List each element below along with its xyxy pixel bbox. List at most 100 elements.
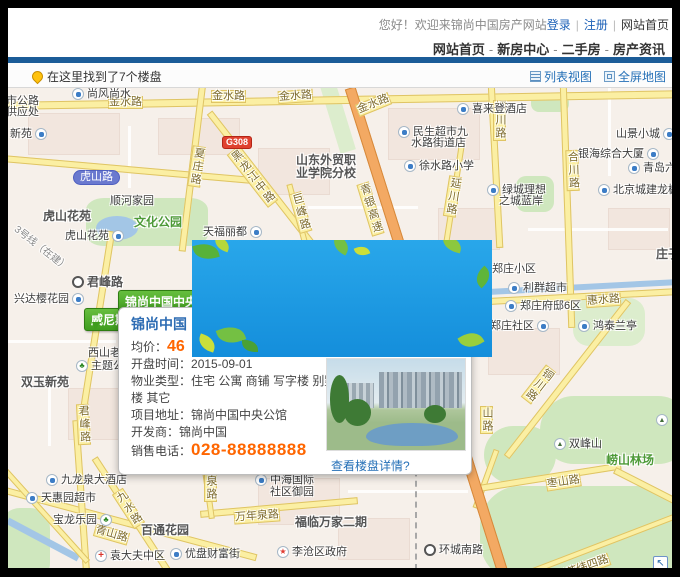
map-road-label: 惠水路 xyxy=(586,293,622,308)
park-icon: ♣ xyxy=(100,514,112,526)
map-poi-label: 鸿泰兰亭 xyxy=(578,320,637,332)
leaf-decoration xyxy=(354,244,371,258)
map-poi-label: ♣主题公 xyxy=(76,360,124,372)
shop-icon xyxy=(508,282,520,294)
street xyxy=(608,88,611,176)
map-label: 西山老 xyxy=(88,348,121,359)
map-poi-label: ▲ xyxy=(656,414,668,426)
map-label: 郑庄小区 xyxy=(492,264,536,275)
map-label: 文化公园 xyxy=(134,216,182,228)
map-label: 之城蓝岸 xyxy=(499,196,543,207)
map-label: 3号线（在建） xyxy=(12,225,70,273)
nav-item-1[interactable]: 网站首页 xyxy=(433,42,485,57)
map-label: 业学院分校 xyxy=(296,167,356,179)
bus-icon xyxy=(578,320,590,332)
nav-item-4[interactable]: 房产资讯 xyxy=(613,42,665,57)
street xyxy=(348,490,468,493)
list-icon xyxy=(530,71,541,82)
register-link[interactable]: 注册 xyxy=(584,18,608,32)
mtn-icon: ▲ xyxy=(554,438,566,450)
bus-icon xyxy=(663,128,672,140)
map-poi-label: 郑庄府邸6区 xyxy=(505,300,581,312)
map-label: 虎山花苑 xyxy=(43,210,91,222)
bus-icon xyxy=(72,88,84,100)
list-view-button[interactable]: 列表视图 xyxy=(530,68,592,85)
map-poi-label: ▲双峰山 xyxy=(554,438,602,450)
map-road-label: 金水路 xyxy=(211,90,246,103)
page: 您好！欢迎来锦尚中国房产网站登录|注册|网站首页 网站首页-新房中心-二手房-房… xyxy=(8,8,672,568)
map-poi-label: 新苑 xyxy=(10,128,47,140)
map-poi-label: 利群超市 xyxy=(508,282,567,294)
bus-icon xyxy=(35,128,47,140)
metro-icon xyxy=(424,544,436,556)
nav-item-2[interactable]: 新房中心 xyxy=(497,42,549,57)
map-label: 供应处 xyxy=(8,107,39,118)
map-label: 百通花园 xyxy=(141,524,189,536)
map-poi-label: +袁大夫中区 xyxy=(95,550,165,562)
thumbnail-buildings xyxy=(379,372,462,408)
site-header: 您好！欢迎来锦尚中国房产网站登录|注册|网站首页 网站首页-新房中心-二手房-房… xyxy=(8,8,672,57)
map-label: 社区御园 xyxy=(270,487,314,498)
nav-separator: - xyxy=(605,42,609,57)
map-poi-label: 九龙泉大酒店 xyxy=(46,474,127,486)
park-icon: ♣ xyxy=(76,360,88,372)
thumbnail-tree xyxy=(344,399,372,426)
login-link[interactable]: 登录 xyxy=(547,18,571,32)
bus-icon xyxy=(112,230,124,242)
map-poi-label: 环城南路 xyxy=(424,544,483,556)
welcome-bar: 您好！欢迎来锦尚中国房产网站登录|注册|网站首页 xyxy=(379,16,669,33)
pin-icon xyxy=(30,69,46,85)
map-poi-label: 青岛六十四 xyxy=(628,162,672,174)
map-toolbar: 在这里找到了7个楼盘 列表视图 全屏地图 xyxy=(8,63,672,88)
leaf-decoration xyxy=(330,240,353,256)
popup-price-value: 46 xyxy=(167,338,185,355)
map-poi-label: 虎山花苑 xyxy=(65,230,124,242)
map-poi-label: 天福丽都 xyxy=(203,226,262,238)
home-link[interactable]: 网站首页 xyxy=(621,18,669,32)
nav-separator: - xyxy=(553,42,557,57)
map-poi-label: 宝龙乐园♣ xyxy=(53,514,112,526)
star-icon: ★ xyxy=(277,546,289,558)
street xyxy=(48,388,51,446)
map-poi-label: 山景小城 xyxy=(616,128,672,140)
map-label: 双玉新苑 xyxy=(21,376,69,388)
view-details-link[interactable]: 查看楼盘详情? xyxy=(331,457,410,474)
bus-icon xyxy=(250,226,262,238)
street xyxy=(8,340,116,343)
banner-image xyxy=(192,240,492,357)
bus-icon xyxy=(598,184,610,196)
screenshot-root: { "colors":{"topbar_blue":"#1B5C98","lin… xyxy=(0,0,680,577)
popup-phone-number: 028-88888888 xyxy=(191,440,307,459)
fullscreen-map-button[interactable]: 全屏地图 xyxy=(604,68,666,85)
leaf-decoration xyxy=(472,266,492,289)
pan-to-center-button[interactable]: ↖ xyxy=(653,556,668,568)
results-count-text: 在这里找到了7个楼盘 xyxy=(47,68,162,85)
map-poi-label: ★李沧区政府 xyxy=(277,546,347,558)
map[interactable]: 锦尚中国中央 威尼斯 锦尚中国 均价：46 开盘时间：2015-09-01 物业… xyxy=(8,88,672,568)
greeting-text: 您好！欢迎来锦尚中国房产网站 xyxy=(379,18,547,32)
school-icon xyxy=(628,162,640,174)
bus-icon xyxy=(505,300,517,312)
bus-icon xyxy=(487,184,499,196)
map-poi-label: 喜来登酒店 xyxy=(457,103,527,115)
shop-icon xyxy=(398,126,410,138)
fullscreen-icon xyxy=(604,71,615,82)
map-poi-label: 银海综合大厦 xyxy=(578,148,659,160)
bus-icon xyxy=(647,148,659,160)
street xyxy=(128,126,131,188)
nav-item-3[interactable]: 二手房 xyxy=(562,42,601,57)
map-label: 福临万家二期 xyxy=(295,516,367,528)
bus-icon xyxy=(255,474,267,486)
map-label: 顺河家园 xyxy=(110,196,154,207)
map-poi-label: 天惠园超市 xyxy=(26,492,96,504)
bus-icon xyxy=(537,320,549,332)
map-poi-label: 尚风尚水 xyxy=(72,88,131,100)
hotel-icon xyxy=(457,103,469,115)
leaf-decoration xyxy=(441,240,464,253)
thumbnail-lake xyxy=(366,423,458,447)
school-icon xyxy=(404,160,416,172)
road-badge: G308 xyxy=(222,136,252,149)
map-poi-label: 优盘财富街 xyxy=(170,548,240,560)
map-poi-label: 郑庄社区 xyxy=(490,320,549,332)
property-thumbnail[interactable] xyxy=(326,358,466,451)
